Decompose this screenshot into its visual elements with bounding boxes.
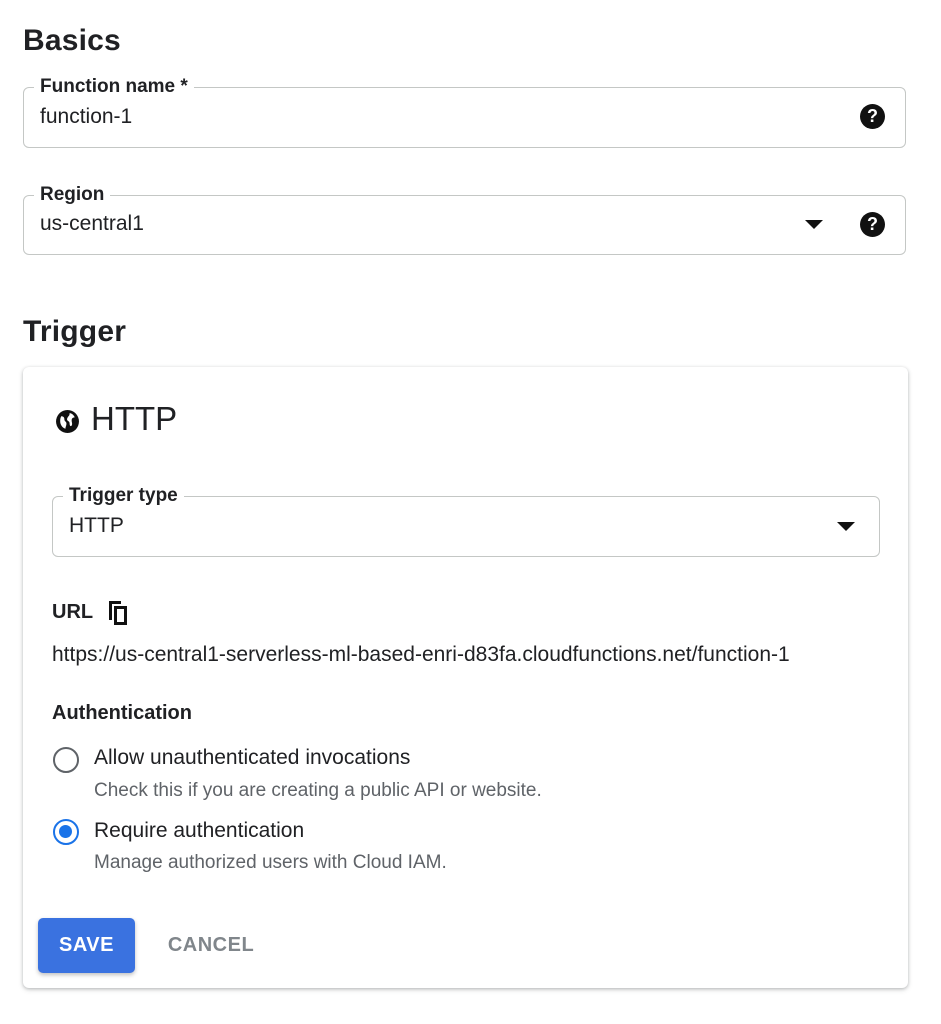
chevron-down-icon[interactable] <box>837 522 855 531</box>
help-circle-icon[interactable]: ? <box>860 212 885 237</box>
trigger-type-select[interactable]: Trigger type HTTP <box>52 484 880 557</box>
copy-icon[interactable] <box>106 599 130 627</box>
function-name-input[interactable]: function-1 <box>40 104 132 130</box>
function-name-label: Function name * <box>34 75 194 99</box>
help-circle-icon[interactable]: ? <box>860 104 885 129</box>
chevron-down-icon[interactable] <box>805 220 823 229</box>
http-trigger-card <box>23 367 908 988</box>
require-authentication-label[interactable]: Require authentication <box>94 819 304 843</box>
allow-unauthenticated-label[interactable]: Allow unauthenticated invocations <box>94 746 410 770</box>
authentication-label: Authentication <box>52 702 192 724</box>
region-label: Region <box>34 183 111 207</box>
url-label: URL <box>52 601 94 623</box>
region-value[interactable]: us-central1 <box>40 211 144 237</box>
trigger-card-title: HTTP <box>91 400 178 437</box>
cloud-function-config-page: Basics Function name * function-1 ? Regi… <box>0 0 941 1024</box>
region-select[interactable]: Region us-central1 ? <box>23 183 906 255</box>
trigger-url: https://us-central1-serverless-ml-based-… <box>52 643 790 666</box>
require-authentication-description: Manage authorized users with Cloud IAM. <box>94 852 447 873</box>
allow-unauthenticated-description: Check this if you are creating a public … <box>94 780 542 801</box>
save-button[interactable]: SAVE <box>38 918 135 973</box>
function-name-field[interactable]: Function name * function-1 ? <box>23 75 906 148</box>
trigger-type-value[interactable]: HTTP <box>69 513 124 539</box>
cancel-button[interactable]: CANCEL <box>152 918 270 973</box>
require-authentication-radio[interactable] <box>53 819 79 845</box>
basics-heading: Basics <box>23 24 121 57</box>
radio-selected-dot <box>59 825 72 838</box>
trigger-heading: Trigger <box>23 315 127 348</box>
trigger-type-label: Trigger type <box>63 484 184 508</box>
globe-icon <box>56 410 79 433</box>
allow-unauthenticated-radio[interactable] <box>53 747 79 773</box>
